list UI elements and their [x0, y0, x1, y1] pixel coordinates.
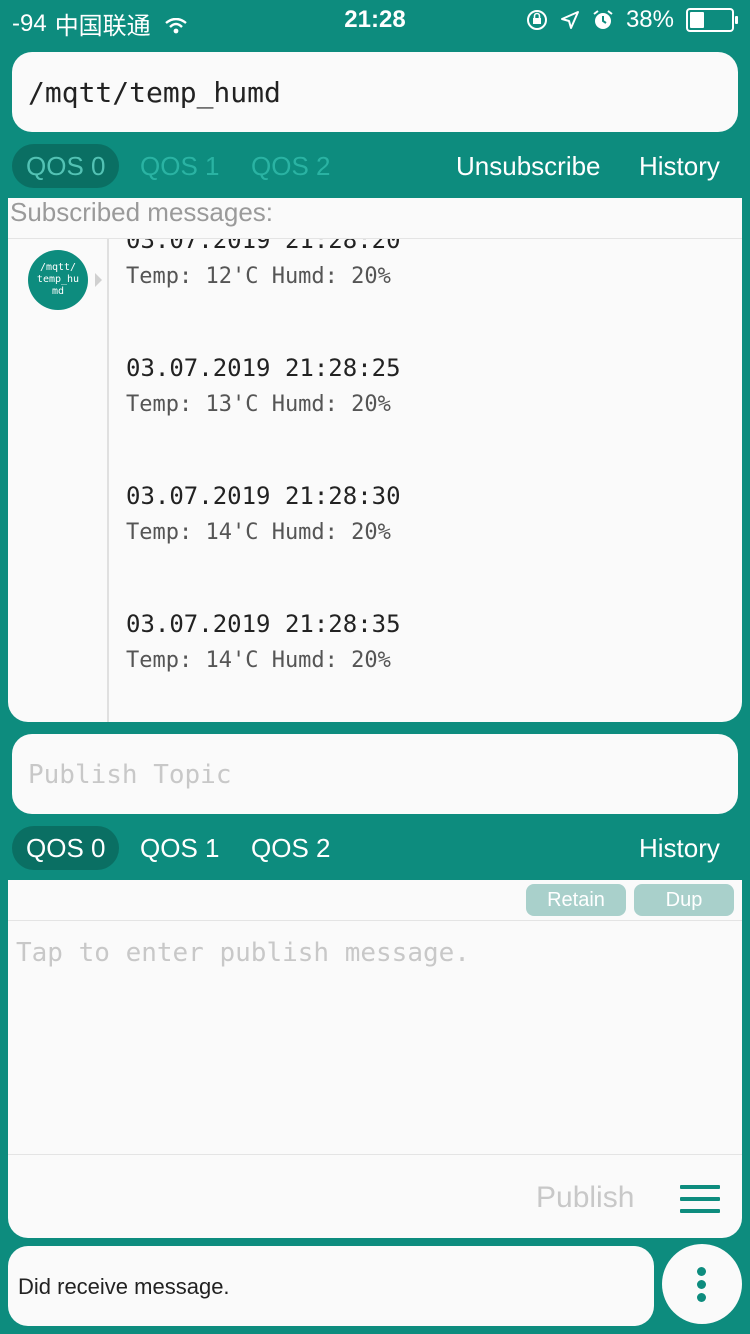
- message-payload: Temp: 12'C Humd: 20%: [126, 264, 391, 289]
- bubble-pointer-icon: [95, 273, 102, 287]
- message-timestamp: 03.07.2019 21:28:25: [126, 354, 401, 382]
- publish-button[interactable]: Publish: [536, 1181, 634, 1215]
- unsubscribe-button[interactable]: Unsubscribe: [456, 144, 601, 188]
- location-arrow-icon: [560, 11, 579, 29]
- publish-qos-1[interactable]: QOS 1: [126, 826, 233, 870]
- status-bar: -94 中国联通 21:28 38%: [0, 0, 750, 40]
- publish-history-button[interactable]: History: [639, 826, 720, 870]
- subscribe-qos-0[interactable]: QOS 0: [12, 144, 120, 188]
- more-options-button[interactable]: [662, 1244, 742, 1324]
- log-status-bar: Did receive message.: [8, 1246, 654, 1326]
- publish-flags-bar: Retain Dup: [8, 880, 742, 921]
- subscribe-topic-value: /mqtt/temp_humd: [28, 76, 281, 109]
- message-timestamp: 03.07.2019 21:28:30: [126, 482, 401, 510]
- alarm-icon: [593, 10, 613, 29]
- dup-toggle[interactable]: Dup: [634, 884, 734, 916]
- publish-message-input[interactable]: Tap to enter publish message.: [16, 938, 470, 968]
- topic-avatar-label: /mqtt/ temp_hu md: [36, 262, 80, 297]
- message-item: 03.07.2019 21:28:25 Temp: 13'C Humd: 20%: [126, 354, 726, 417]
- more-dot: [697, 1293, 706, 1302]
- subscribe-history-button[interactable]: History: [639, 144, 720, 188]
- subscribe-topic-input[interactable]: /mqtt/temp_humd: [12, 52, 738, 132]
- subscribe-qos-bar: QOS 0 QOS 1 QOS 2 Unsubscribe History: [12, 136, 738, 196]
- log-message: Did receive message.: [18, 1274, 230, 1299]
- battery-icon: [686, 8, 738, 32]
- more-dot: [697, 1280, 706, 1289]
- subscribed-messages-panel[interactable]: Subscribed messages: /mqtt/ temp_hu md 0…: [8, 198, 742, 722]
- publish-qos-bar: QOS 0 QOS 1 QOS 2 History: [12, 818, 738, 878]
- retain-toggle[interactable]: Retain: [526, 884, 626, 916]
- menu-icon[interactable]: [680, 1185, 720, 1213]
- message-payload: Temp: 14'C Humd: 20%: [126, 520, 391, 545]
- subscribe-qos-1[interactable]: QOS 1: [126, 144, 233, 188]
- subscribed-messages-title: Subscribed messages:: [10, 198, 274, 227]
- battery-percent: 38%: [625, 6, 674, 33]
- publish-actions: Publish: [8, 1154, 742, 1238]
- publish-qos-2[interactable]: QOS 2: [237, 826, 344, 870]
- publish-qos-0[interactable]: QOS 0: [12, 826, 120, 870]
- more-dot: [697, 1267, 706, 1276]
- message-item: 03.07.2019 21:28:30 Temp: 14'C Humd: 20%: [126, 482, 726, 545]
- topic-avatar: /mqtt/ temp_hu md: [28, 250, 88, 310]
- message-payload: Temp: 14'C Humd: 20%: [126, 648, 391, 673]
- timeline-divider: [107, 238, 109, 722]
- message-payload: Temp: 13'C Humd: 20%: [126, 392, 391, 417]
- message-timestamp: 03.07.2019 21:28:35: [126, 610, 401, 638]
- message-item: 03.07.2019 21:28:35 Temp: 14'C Humd: 20%: [126, 610, 726, 673]
- subscribe-qos-2[interactable]: QOS 2: [237, 144, 344, 188]
- publish-topic-input[interactable]: Publish Topic: [12, 734, 738, 814]
- rotation-lock-icon: [526, 10, 547, 30]
- publish-message-panel: Retain Dup Tap to enter publish message.…: [8, 880, 742, 1238]
- subscribed-messages-header: Subscribed messages:: [8, 198, 742, 239]
- publish-topic-placeholder: Publish Topic: [28, 760, 232, 790]
